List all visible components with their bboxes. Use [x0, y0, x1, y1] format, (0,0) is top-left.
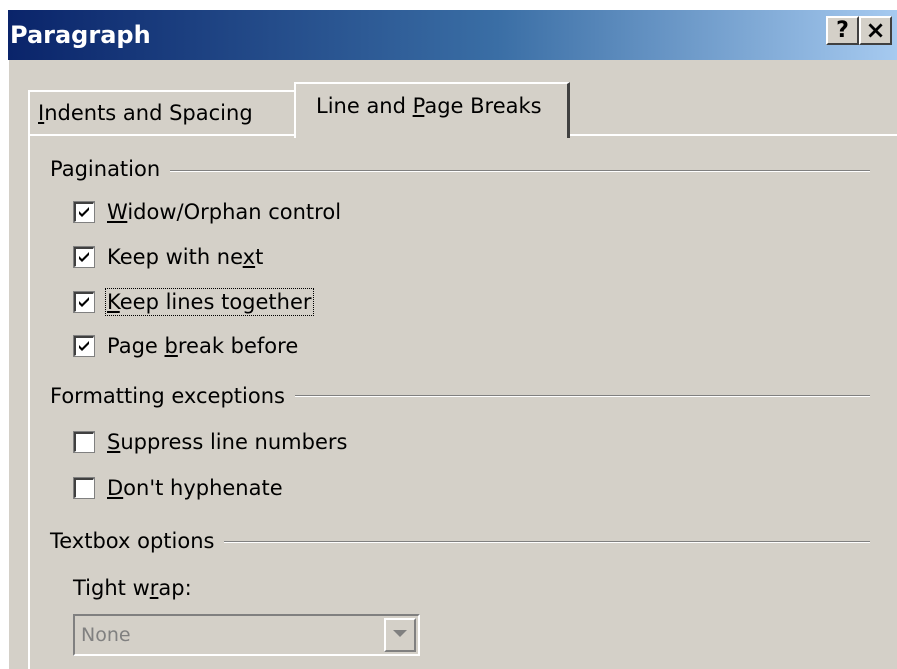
pagination-heading: Pagination: [50, 156, 171, 182]
checkbox-box[interactable]: [73, 201, 95, 223]
formatting-exceptions-heading: Formatting exceptions: [50, 383, 295, 409]
tight-wrap-select[interactable]: None: [73, 614, 420, 656]
help-button[interactable]: ?: [826, 16, 859, 45]
dont-hyphenate-checkbox[interactable]: Don't hyphenate: [73, 473, 284, 503]
checkbox-box[interactable]: [73, 246, 95, 268]
keep-with-next-checkbox[interactable]: Keep with next: [73, 242, 264, 272]
tab-label-post: age Breaks: [424, 94, 542, 118]
checkbox-box[interactable]: [73, 477, 95, 499]
keep-lines-together-checkbox[interactable]: Keep lines together: [73, 287, 314, 317]
dialog-title: Paragraph: [10, 21, 151, 49]
tight-wrap-dropdown-button[interactable]: [384, 618, 416, 652]
suppress-line-numbers-checkbox[interactable]: Suppress line numbers: [73, 427, 348, 457]
checkbox-box[interactable]: [73, 291, 95, 313]
checkbox-box[interactable]: [73, 431, 95, 453]
tight-wrap-label: Tight wrap:: [73, 576, 192, 600]
tab-label-accel: P: [412, 94, 425, 118]
checkbox-label: Don't hyphenate: [107, 476, 283, 500]
checkbox-label: Widow/Orphan control: [107, 200, 342, 224]
tab-label-post: ndents and Spacing: [44, 101, 253, 125]
checkbox-label: Suppress line numbers: [107, 430, 348, 454]
checkmark-icon: [79, 297, 89, 307]
checkbox-label: Page break before: [107, 334, 299, 358]
checkbox-label: Keep with next: [107, 245, 264, 269]
tab-indents-and-spacing[interactable]: Indents and Spacing: [28, 90, 298, 136]
checkmark-icon: [79, 207, 89, 217]
help-icon: ?: [836, 18, 849, 43]
tab-line-and-page-breaks[interactable]: Line and Page Breaks: [294, 82, 570, 138]
title-bar[interactable]: Paragraph ? ×: [8, 10, 897, 60]
widow-orphan-control-checkbox[interactable]: Widow/Orphan control: [73, 197, 342, 227]
tight-wrap-value: None: [81, 624, 131, 646]
close-icon: ×: [865, 16, 886, 44]
checkmark-icon: [79, 252, 89, 262]
page-break-before-checkbox[interactable]: Page break before: [73, 331, 299, 361]
textbox-options-heading: Textbox options: [50, 528, 225, 554]
tab-label-pre: Line and: [316, 94, 413, 118]
checkbox-label: Keep lines together: [105, 288, 314, 316]
chevron-down-icon: [393, 630, 407, 637]
checkmark-icon: [79, 341, 89, 351]
paragraph-dialog: Paragraph ? × Indents and Spacing Line a…: [8, 10, 897, 669]
pagination-group-line: [50, 170, 870, 172]
checkbox-box[interactable]: [73, 335, 95, 357]
close-button[interactable]: ×: [859, 16, 892, 45]
